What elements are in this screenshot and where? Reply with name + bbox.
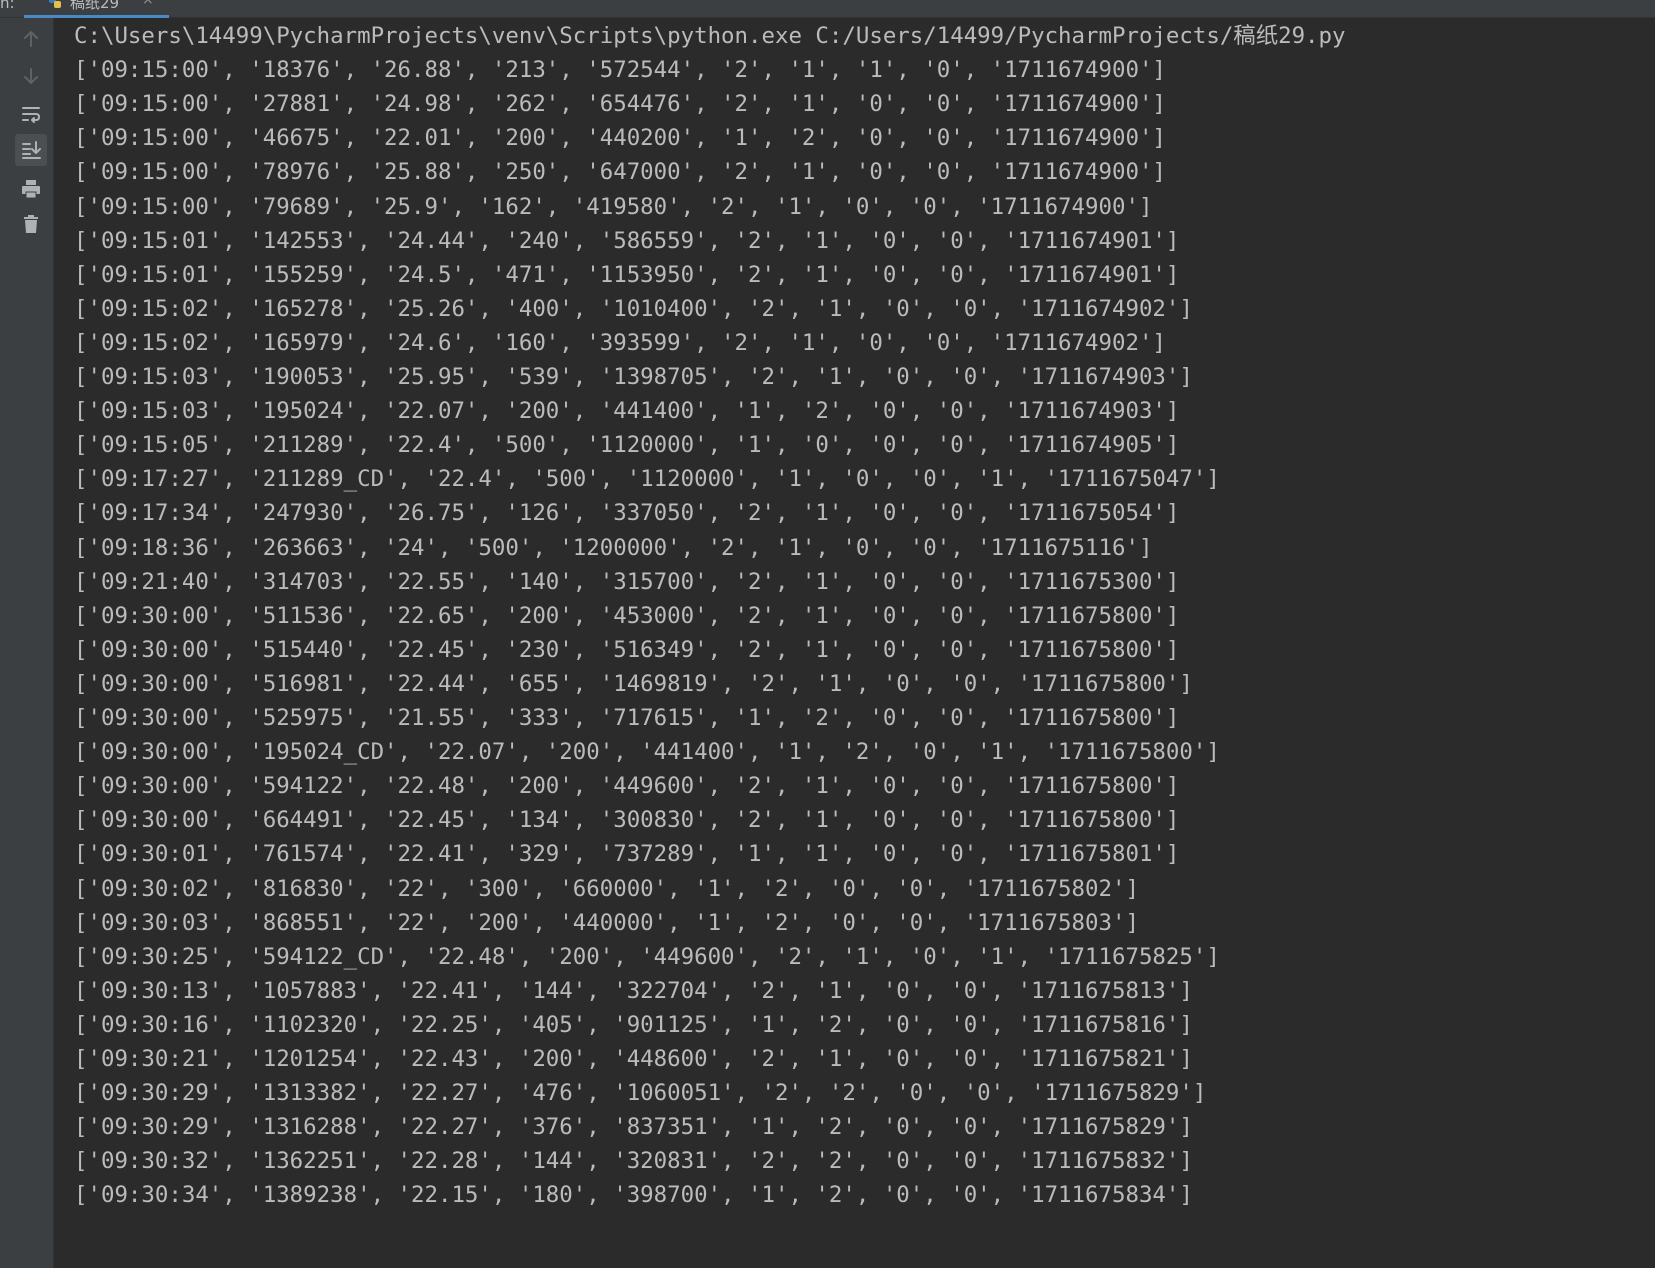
console-output-line: ['09:17:27', '211289_CD', '22.4', '500',… xyxy=(74,466,1220,493)
clear-all-button[interactable] xyxy=(15,208,47,240)
down-arrow-button[interactable] xyxy=(15,60,47,92)
console-output-line: ['09:30:34', '1389238', '22.15', '180', … xyxy=(74,1182,1193,1209)
console-output-line: ['09:30:00', '195024_CD', '22.07', '200'… xyxy=(74,739,1220,766)
scroll-to-end-button[interactable] xyxy=(15,134,47,166)
console-output-line: ['09:15:00', '79689', '25.9', '162', '41… xyxy=(74,193,1153,220)
console-output-line: ['09:15:00', '27881', '24.98', '262', '6… xyxy=(74,91,1166,118)
console-output-line: ['09:30:21', '1201254', '22.43', '200', … xyxy=(74,1046,1193,1072)
scroll-to-end-icon xyxy=(22,141,41,159)
console-output-line: ['09:30:25', '594122_CD', '22.48', '200'… xyxy=(74,943,1220,970)
console-output-line: ['09:30:03', '868551', '22', '200', '440… xyxy=(74,909,1139,936)
python-file-icon xyxy=(48,0,62,9)
console-output-line: ['09:15:00', '46675', '22.01', '200', '4… xyxy=(74,125,1166,152)
trash-icon xyxy=(24,215,38,233)
tab-run-config[interactable]: 稿纸29 × xyxy=(24,0,169,19)
console-output-line: ['09:30:00', '664491', '22.45', '134', '… xyxy=(74,807,1180,834)
down-arrow-icon xyxy=(24,68,38,84)
soft-wrap-icon xyxy=(22,107,40,123)
console-output-line: ['09:30:13', '1057883', '22.41', '144', … xyxy=(74,977,1193,1004)
console-output-line: ['09:15:05', '211289', '22.4', '500', '1… xyxy=(74,432,1180,459)
console-output-line: ['09:15:03', '190053', '25.95', '539', '… xyxy=(74,364,1193,390)
console-output-line: ['09:15:02', '165278', '25.26', '400', '… xyxy=(74,295,1193,322)
console-toolbar xyxy=(0,18,54,1268)
tab-label: 稿纸29 xyxy=(70,0,120,12)
console-output-line: ['09:30:29', '1313382', '22.27', '476', … xyxy=(74,1080,1207,1107)
console-output-line: ['09:30:32', '1362251', '22.28', '144', … xyxy=(74,1148,1193,1175)
console-output-line: ['09:30:16', '1102320', '22.25', '405', … xyxy=(74,1011,1193,1038)
console-output-line: ['09:15:00', '78976', '25.88', '250', '6… xyxy=(74,159,1166,186)
console-output[interactable]: C:\Users\14499\PycharmProjects\venv\Scri… xyxy=(54,18,1655,1268)
console-output-line: ['09:15:01', '155259', '24.5', '471', '1… xyxy=(74,261,1180,288)
console-output-line: ['09:15:01', '142553', '24.44', '240', '… xyxy=(74,227,1180,254)
console-output-line: ['09:15:00', '18376', '26.88', '213', '5… xyxy=(74,57,1166,84)
print-icon xyxy=(22,180,40,199)
soft-wrap-button[interactable] xyxy=(15,98,47,130)
console-output-line: ['09:21:40', '314703', '22.55', '140', '… xyxy=(74,568,1180,595)
console-output-line: ['09:30:00', '525975', '21.55', '333', '… xyxy=(74,705,1180,731)
run-tab-strip: n: 稿纸29 × xyxy=(0,0,1655,19)
console-output-line: ['09:30:01', '761574', '22.41', '329', '… xyxy=(74,841,1180,868)
console-output-line: ['09:30:00', '594122', '22.48', '200', '… xyxy=(74,773,1180,800)
up-arrow-button[interactable] xyxy=(15,23,47,55)
console-output-line: ['09:30:00', '511536', '22.65', '200', '… xyxy=(74,602,1180,629)
console-output-line: ['09:30:02', '816830', '22', '300', '660… xyxy=(74,875,1139,902)
run-label: n: xyxy=(0,0,15,12)
print-button[interactable] xyxy=(15,173,47,205)
console-output-line: ['09:30:00', '516981', '22.44', '655', '… xyxy=(74,670,1193,697)
close-icon[interactable]: × xyxy=(142,0,154,8)
console-output-line: ['09:17:34', '247930', '26.75', '126', '… xyxy=(74,500,1180,527)
console-output-line: ['09:15:02', '165979', '24.6', '160', '3… xyxy=(74,329,1166,356)
console-output-line: ['09:18:36', '263663', '24', '500', '120… xyxy=(74,534,1153,561)
console-output-line: ['09:30:29', '1316288', '22.27', '376', … xyxy=(74,1114,1193,1141)
up-arrow-icon xyxy=(24,31,38,47)
console-output-line: ['09:30:00', '515440', '22.45', '230', '… xyxy=(74,636,1180,663)
console-output-line: ['09:15:03', '195024', '22.07', '200', '… xyxy=(74,398,1180,425)
run-console-window: n: 稿纸29 × C:\Users\14499\PycharmProjects… xyxy=(0,0,1655,1268)
console-command-line: C:\Users\14499\PycharmProjects\venv\Scri… xyxy=(74,23,1346,49)
